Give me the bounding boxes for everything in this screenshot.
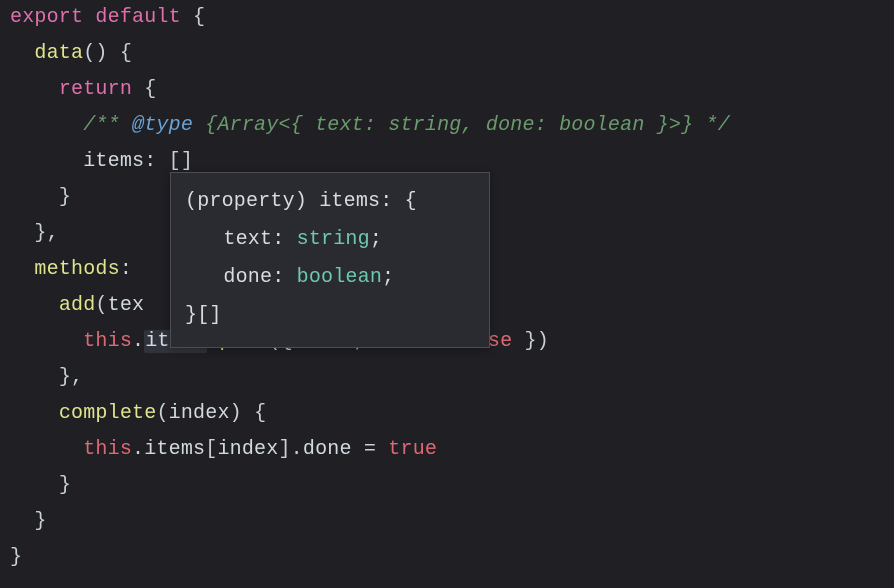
paren: ( [95, 294, 107, 317]
dot: . [291, 438, 303, 461]
bracket: [ [205, 438, 217, 461]
brace: } [10, 546, 22, 569]
keyword-default: default [95, 6, 180, 29]
code-editor[interactable]: export default { data() { return { /** @… [0, 0, 894, 576]
empty-array: [] [169, 150, 193, 173]
hover-tooltip: (property) items: { text: string; done: … [170, 172, 490, 348]
prop-done: done [303, 438, 352, 461]
keyword-export: export [10, 6, 83, 29]
parens: () [83, 42, 107, 65]
brace: } [59, 474, 71, 497]
brace: } [34, 510, 46, 533]
brace: { [120, 42, 132, 65]
prop-items-ref: items [144, 438, 205, 461]
keyword-this: this [83, 330, 132, 353]
brace: { [254, 402, 266, 425]
brace: { [193, 6, 205, 29]
dot: . [132, 438, 144, 461]
param-tex: tex [108, 294, 145, 317]
method-complete: complete [59, 402, 157, 425]
jsdoc-close: */ [706, 114, 730, 137]
brace: } [59, 366, 71, 389]
paren: ( [156, 402, 168, 425]
tooltip-line-4: }[] [185, 297, 475, 335]
tooltip-line-3: done: boolean; [185, 259, 475, 297]
var-index: index [217, 438, 278, 461]
brace: { [144, 78, 156, 101]
dot: . [132, 330, 144, 353]
param-index: index [169, 402, 230, 425]
colon: : [120, 258, 132, 281]
paren: }) [525, 330, 549, 353]
comma: , [71, 366, 83, 389]
brace: } [59, 186, 71, 209]
comma: , [47, 222, 59, 245]
prop-methods: methods [34, 258, 119, 281]
jsdoc-body: {Array<{ text: string, done: boolean }>} [205, 114, 693, 137]
keyword-this: this [83, 438, 132, 461]
jsdoc-open: /** [83, 114, 120, 137]
literal-true: true [388, 438, 437, 461]
brace: } [34, 222, 46, 245]
jsdoc-tag: @type [132, 114, 193, 137]
tooltip-line-2: text: string; [185, 221, 475, 259]
op-eq: = [364, 438, 376, 461]
method-data: data [34, 42, 83, 65]
paren: ) [230, 402, 242, 425]
prop-items: items [83, 150, 144, 173]
bracket: ] [278, 438, 290, 461]
colon: : [144, 150, 156, 173]
method-add: add [59, 294, 96, 317]
tooltip-line-1: (property) items: { [185, 183, 475, 221]
keyword-return: return [59, 78, 132, 101]
